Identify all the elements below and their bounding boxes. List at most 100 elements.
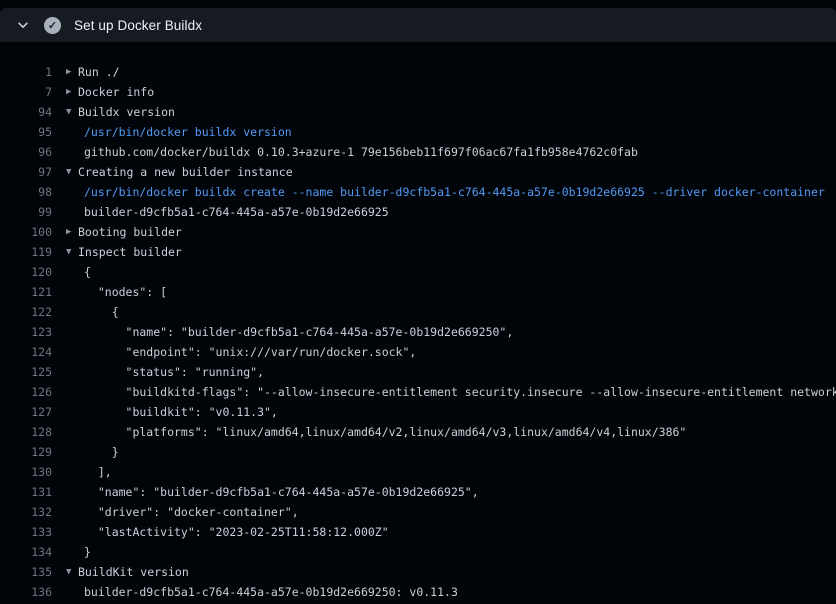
log-lines: 1 ▶ Run ./ 7 ▶ Docker info 94 ▼ Buildx v…: [0, 42, 836, 602]
expand-triangle-icon: [66, 522, 78, 542]
log-line-text: Creating a new builder instance: [78, 162, 293, 182]
line-number[interactable]: 132: [0, 502, 52, 522]
log-line[interactable]: 94 ▼ Buildx version: [0, 102, 836, 122]
log-line[interactable]: 1 ▶ Run ./: [0, 62, 836, 82]
line-number[interactable]: 124: [0, 342, 52, 362]
log-line-text: Inspect builder: [78, 242, 182, 262]
log-line-text: "lastActivity": "2023-02-25T11:58:12.000…: [84, 522, 389, 542]
line-number[interactable]: 135: [0, 562, 52, 582]
expand-triangle-icon: ▼: [66, 562, 78, 582]
line-number[interactable]: 97: [0, 162, 52, 182]
log-line-text: "driver": "docker-container",: [84, 502, 299, 522]
line-number[interactable]: 123: [0, 322, 52, 342]
line-number[interactable]: 98: [0, 182, 52, 202]
line-number[interactable]: 94: [0, 102, 52, 122]
expand-triangle-icon: [66, 342, 78, 362]
log-line[interactable]: 119 ▼ Inspect builder: [0, 242, 836, 262]
log-line-text: BuildKit version: [78, 562, 189, 582]
line-number[interactable]: 119: [0, 242, 52, 262]
line-number[interactable]: 100: [0, 222, 52, 242]
line-number[interactable]: 120: [0, 262, 52, 282]
log-line-text: /usr/bin/docker buildx create --name bui…: [84, 182, 825, 202]
line-number[interactable]: 122: [0, 302, 52, 322]
line-number[interactable]: 131: [0, 482, 52, 502]
step-title: Set up Docker Buildx: [74, 18, 202, 33]
log-line-text: "platforms": "linux/amd64,linux/amd64/v2…: [84, 422, 686, 442]
log-line: 128 "platforms": "linux/amd64,linux/amd6…: [0, 422, 836, 442]
log-line: 133 "lastActivity": "2023-02-25T11:58:12…: [0, 522, 836, 542]
expand-triangle-icon: ▼: [66, 102, 78, 122]
log-line[interactable]: 7 ▶ Docker info: [0, 82, 836, 102]
log-line[interactable]: 97 ▼ Creating a new builder instance: [0, 162, 836, 182]
log-line-text: "name": "builder-d9cfb5a1-c764-445a-a57e…: [84, 482, 479, 502]
expand-triangle-icon: [66, 302, 78, 322]
log-line-text: "status": "running",: [84, 362, 264, 382]
line-number[interactable]: 1: [0, 62, 52, 82]
line-number[interactable]: 121: [0, 282, 52, 302]
line-number[interactable]: 128: [0, 422, 52, 442]
log-line: 96 github.com/docker/buildx 0.10.3+azure…: [0, 142, 836, 162]
log-line: 95 /usr/bin/docker buildx version: [0, 122, 836, 142]
log-line: 121 "nodes": [: [0, 282, 836, 302]
log-line: 132 "driver": "docker-container",: [0, 502, 836, 522]
expand-triangle-icon: [66, 402, 78, 422]
expand-triangle-icon: [66, 502, 78, 522]
log-line[interactable]: 100 ▶ Booting builder: [0, 222, 836, 242]
log-line[interactable]: 135 ▼ BuildKit version: [0, 562, 836, 582]
expand-triangle-icon: [66, 182, 78, 202]
log-line: 124 "endpoint": "unix:///var/run/docker.…: [0, 342, 836, 362]
log-line: 125 "status": "running",: [0, 362, 836, 382]
log-line: 136 builder-d9cfb5a1-c764-445a-a57e-0b19…: [0, 582, 836, 602]
log-line: 120 {: [0, 262, 836, 282]
log-line-text: Booting builder: [78, 222, 182, 242]
expand-triangle-icon: [66, 542, 78, 562]
log-line-text: "buildkitd-flags": "--allow-insecure-ent…: [84, 382, 836, 402]
expand-triangle-icon: [66, 582, 78, 602]
expand-triangle-icon: [66, 202, 78, 222]
line-number[interactable]: 99: [0, 202, 52, 222]
expand-triangle-icon: ▼: [66, 242, 78, 262]
expand-triangle-icon: [66, 282, 78, 302]
expand-triangle-icon: [66, 122, 78, 142]
line-number[interactable]: 96: [0, 142, 52, 162]
line-number[interactable]: 126: [0, 382, 52, 402]
log-line-text: }: [84, 542, 91, 562]
line-number[interactable]: 134: [0, 542, 52, 562]
expand-triangle-icon: [66, 322, 78, 342]
log-line: 123 "name": "builder-d9cfb5a1-c764-445a-…: [0, 322, 836, 342]
expand-triangle-icon: [66, 462, 78, 482]
log-line-text: "nodes": [: [84, 282, 167, 302]
log-line-text: builder-d9cfb5a1-c764-445a-a57e-0b19d2e6…: [84, 202, 389, 222]
line-number[interactable]: 136: [0, 582, 52, 602]
line-number[interactable]: 95: [0, 122, 52, 142]
line-number[interactable]: 127: [0, 402, 52, 422]
log-line-text: "endpoint": "unix:///var/run/docker.sock…: [84, 342, 416, 362]
expand-triangle-icon: ▼: [66, 162, 78, 182]
expand-triangle-icon: ▶: [66, 222, 78, 242]
log-line: 122 {: [0, 302, 836, 322]
log-line: 131 "name": "builder-d9cfb5a1-c764-445a-…: [0, 482, 836, 502]
step-header[interactable]: ✓ Set up Docker Buildx: [0, 8, 836, 42]
chevron-down-icon[interactable]: [16, 18, 32, 32]
line-number[interactable]: 133: [0, 522, 52, 542]
log-line: 134 }: [0, 542, 836, 562]
log-line: 126 "buildkitd-flags": "--allow-insecure…: [0, 382, 836, 402]
log-line: 130 ],: [0, 462, 836, 482]
line-number[interactable]: 7: [0, 82, 52, 102]
expand-triangle-icon: ▶: [66, 82, 78, 102]
line-number[interactable]: 125: [0, 362, 52, 382]
log-line: 99 builder-d9cfb5a1-c764-445a-a57e-0b19d…: [0, 202, 836, 222]
expand-triangle-icon: [66, 442, 78, 462]
expand-triangle-icon: [66, 382, 78, 402]
log-line-text: "buildkit": "v0.11.3",: [84, 402, 278, 422]
line-number[interactable]: 129: [0, 442, 52, 462]
expand-triangle-icon: [66, 362, 78, 382]
expand-triangle-icon: [66, 422, 78, 442]
expand-triangle-icon: [66, 482, 78, 502]
check-circle-icon: ✓: [44, 17, 61, 34]
line-number[interactable]: 130: [0, 462, 52, 482]
log-line: 127 "buildkit": "v0.11.3",: [0, 402, 836, 422]
log-line-text: }: [84, 442, 119, 462]
log-line-text: {: [84, 302, 119, 322]
expand-triangle-icon: ▶: [66, 62, 78, 82]
